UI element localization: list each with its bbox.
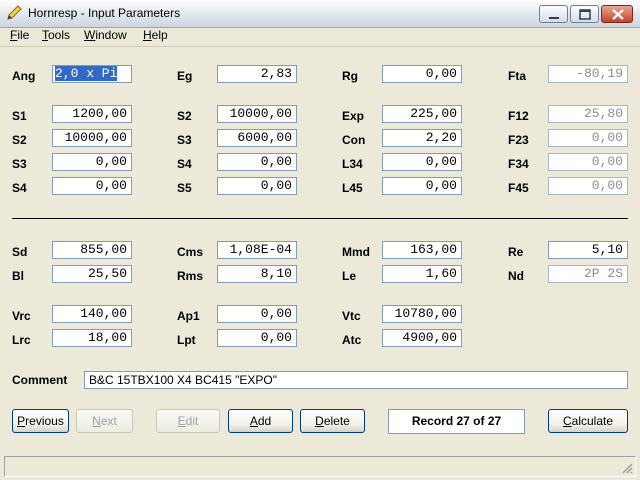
lpt-field[interactable]: 0,00 xyxy=(217,329,297,347)
eg-label: Eg xyxy=(177,69,193,83)
maximize-button[interactable] xyxy=(570,5,599,23)
fta-label: Fta xyxy=(508,69,526,83)
f45-field: 0,00 xyxy=(548,177,628,195)
ang-field[interactable]: 2,0 x Pi xyxy=(52,65,132,83)
menu-tools[interactable]: Tools xyxy=(42,28,70,42)
lpt-label: Lpt xyxy=(177,333,196,347)
re-label: Re xyxy=(508,245,524,259)
atc-label: Atc xyxy=(342,333,362,347)
s2-label: S2 xyxy=(177,109,192,123)
pencil-icon xyxy=(7,5,22,20)
s4-label: S4 xyxy=(177,157,192,171)
previous-button[interactable]: Previous xyxy=(12,409,69,433)
s2-upper-label: S2 xyxy=(12,133,27,147)
le-field[interactable]: 1,60 xyxy=(382,265,462,283)
vrc-field[interactable]: 140,00 xyxy=(52,305,132,323)
l45-label: L45 xyxy=(342,181,363,195)
delete-button[interactable]: Delete xyxy=(300,409,365,433)
window-title: Hornresp - Input Parameters xyxy=(28,6,181,20)
rms-field[interactable]: 8,10 xyxy=(217,265,297,283)
f23-field: 0,00 xyxy=(548,129,628,147)
re-field[interactable]: 5,10 xyxy=(548,241,628,259)
maximize-icon xyxy=(579,9,591,20)
cms-label: Cms xyxy=(177,245,204,259)
rg-label: Rg xyxy=(342,69,358,83)
status-bar xyxy=(4,456,636,477)
close-icon xyxy=(612,9,624,20)
rg-field[interactable]: 0,00 xyxy=(382,65,462,83)
l45-field[interactable]: 0,00 xyxy=(382,177,462,195)
menu-window[interactable]: Window xyxy=(84,28,127,42)
le-label: Le xyxy=(342,269,357,283)
vrc-label: Vrc xyxy=(12,309,31,323)
input-parameters-panel: Ang 2,0 x Pi Eg 2,83 Rg 0,00 Fta -80,19 … xyxy=(0,46,640,480)
f12-field: 25,80 xyxy=(548,105,628,123)
menu-bar: File Tools Window Help xyxy=(0,28,640,46)
ap1-label: Ap1 xyxy=(177,309,200,323)
s3-field[interactable]: 6000,00 xyxy=(217,129,297,147)
eg-field[interactable]: 2,83 xyxy=(217,65,297,83)
s2-upper-field[interactable]: 10000,00 xyxy=(52,129,132,147)
menu-help[interactable]: Help xyxy=(143,28,168,42)
sd-label: Sd xyxy=(12,245,28,259)
comment-field[interactable]: B&C 15TBX100 X4 BC415 "EXPO" xyxy=(84,371,628,389)
con-field[interactable]: 2,20 xyxy=(382,129,462,147)
edit-button: Edit xyxy=(156,409,220,433)
l34-label: L34 xyxy=(342,157,363,171)
lrc-label: Lrc xyxy=(12,333,31,347)
f45-label: F45 xyxy=(508,181,529,195)
ang-label: Ang xyxy=(12,69,36,83)
vtc-field[interactable]: 10780,00 xyxy=(382,305,462,323)
atc-field[interactable]: 4900,00 xyxy=(382,329,462,347)
f34-field: 0,00 xyxy=(548,153,628,171)
comment-label: Comment xyxy=(12,373,68,387)
f34-label: F34 xyxy=(508,157,529,171)
s3-upper-label: S3 xyxy=(12,157,27,171)
resize-grip-icon[interactable] xyxy=(621,462,633,474)
next-button: Next xyxy=(76,409,133,433)
f12-label: F12 xyxy=(508,109,529,123)
mmd-label: Mmd xyxy=(342,245,370,259)
sd-field[interactable]: 855,00 xyxy=(52,241,132,259)
cms-field[interactable]: 1,08E-04 xyxy=(217,241,297,259)
bl-label: Bl xyxy=(12,269,24,283)
fta-field: -80,19 xyxy=(548,65,628,83)
s3-upper-field[interactable]: 0,00 xyxy=(52,153,132,171)
s1-label: S1 xyxy=(12,109,27,123)
exp-label: Exp xyxy=(342,109,365,123)
con-label: Con xyxy=(342,133,366,147)
minimize-button[interactable] xyxy=(539,5,568,23)
s3-label: S3 xyxy=(177,133,192,147)
add-button[interactable]: Add xyxy=(228,409,293,433)
minimize-icon xyxy=(549,17,559,19)
calculate-button[interactable]: Calculate xyxy=(548,409,628,433)
l34-field[interactable]: 0,00 xyxy=(382,153,462,171)
nd-label: Nd xyxy=(508,269,524,283)
close-button[interactable] xyxy=(601,5,633,23)
s2-field[interactable]: 10000,00 xyxy=(217,105,297,123)
ap1-field[interactable]: 0,00 xyxy=(217,305,297,323)
nd-field: 2P 2S xyxy=(548,265,628,283)
s1-field[interactable]: 1200,00 xyxy=(52,105,132,123)
rms-label: Rms xyxy=(177,269,204,283)
f23-label: F23 xyxy=(508,133,529,147)
vtc-label: Vtc xyxy=(342,309,361,323)
s4-upper-field[interactable]: 0,00 xyxy=(52,177,132,195)
menu-file[interactable]: File xyxy=(10,28,29,42)
s5-label: S5 xyxy=(177,181,192,195)
record-indicator: Record 27 of 27 xyxy=(388,409,525,434)
s4-upper-label: S4 xyxy=(12,181,27,195)
s5-field[interactable]: 0,00 xyxy=(217,177,297,195)
bl-field[interactable]: 25,50 xyxy=(52,265,132,283)
mmd-field[interactable]: 163,00 xyxy=(382,241,462,259)
title-bar[interactable]: Hornresp - Input Parameters xyxy=(0,0,640,28)
exp-field[interactable]: 225,00 xyxy=(382,105,462,123)
s4-field[interactable]: 0,00 xyxy=(217,153,297,171)
lrc-field[interactable]: 18,00 xyxy=(52,329,132,347)
section-divider xyxy=(12,218,628,219)
